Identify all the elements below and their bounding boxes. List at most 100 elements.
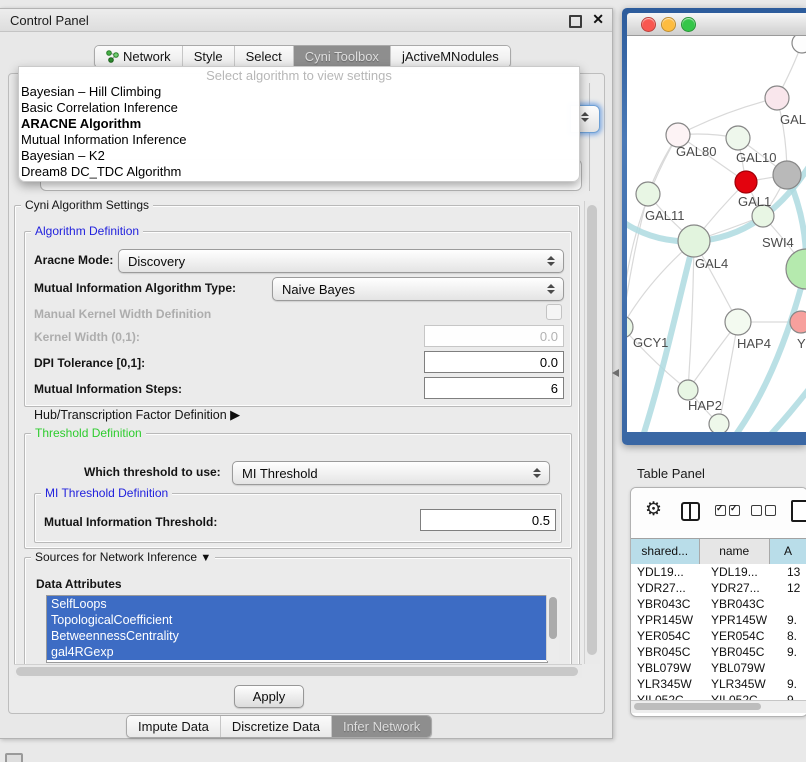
node-salmon[interactable] xyxy=(790,311,806,333)
document-icon[interactable] xyxy=(791,500,806,522)
mi-threshold-field[interactable] xyxy=(420,509,556,531)
table-row[interactable]: YBL079WYBL079W xyxy=(631,660,806,676)
attribute-selfloops[interactable]: SelfLoops xyxy=(47,596,547,612)
node-hap2[interactable] xyxy=(678,380,698,400)
gear-icon[interactable]: ⚙ xyxy=(645,499,662,521)
apply-button[interactable]: Apply xyxy=(234,685,304,708)
deselect-all-icon[interactable] xyxy=(751,505,776,516)
table-cell: 9. xyxy=(781,613,806,627)
column-header-a[interactable]: A xyxy=(770,539,806,564)
background-groupbox-edge xyxy=(589,83,590,191)
network-canvas-container: GALGAL80GAL10GAL1GAL11SWI4GAL4GCY1HAP4YH… xyxy=(627,36,806,432)
node-big-green[interactable] xyxy=(786,249,806,289)
panel-splitter-arrow[interactable] xyxy=(612,369,619,377)
network-window-titlebar[interactable] xyxy=(627,13,806,36)
table-cell: YLR345W xyxy=(631,677,705,691)
tab-select[interactable]: Select xyxy=(235,46,294,67)
float-window-icon[interactable] xyxy=(569,15,582,28)
node-top-partial[interactable] xyxy=(792,36,806,53)
table-cell: YPR145W xyxy=(705,613,781,627)
dropdown-item-basic-correlation-inference[interactable]: Basic Correlation Inference xyxy=(19,100,579,116)
manual-kernel-width-label: Manual Kernel Width Definition xyxy=(34,307,211,321)
control-panel-titlebar[interactable]: Control Panel ✕ xyxy=(0,9,612,32)
attribute-betweennesscentrality[interactable]: BetweennessCentrality xyxy=(47,628,547,644)
data-attributes-list[interactable]: SelfLoopsTopologicalCoefficientBetweenne… xyxy=(46,595,548,663)
table-horizontal-scrollbar[interactable] xyxy=(631,700,806,713)
node-gray[interactable] xyxy=(773,161,801,189)
tab-style[interactable]: Style xyxy=(183,46,235,67)
close-icon[interactable]: ✕ xyxy=(592,11,604,28)
zoom-button[interactable] xyxy=(681,17,696,32)
tab-network[interactable]: Network xyxy=(95,46,183,67)
dropdown-item-bayesian-k2[interactable]: Bayesian – K2 xyxy=(19,148,579,164)
data-attributes-label: Data Attributes xyxy=(36,577,122,591)
column-header-shared[interactable]: shared... xyxy=(631,539,700,564)
aracne-mode-label: Aracne Mode: xyxy=(34,253,113,267)
tab-label: Network xyxy=(123,49,171,64)
algorithm-definition-title: Algorithm Definition xyxy=(31,224,143,238)
tab-label: jActiveMNodules xyxy=(402,49,499,64)
network-view-window[interactable]: GALGAL80GAL10GAL1GAL11SWI4GAL4GCY1HAP4YH… xyxy=(622,8,806,445)
select-all-icon[interactable] xyxy=(715,505,740,516)
network-icon xyxy=(106,50,119,63)
dropdown-item-aracne-algorithm[interactable]: ARACNE Algorithm xyxy=(19,116,579,132)
minimize-button[interactable] xyxy=(661,17,676,32)
tab-label: Impute Data xyxy=(138,719,209,734)
table-cell: YER054C xyxy=(705,629,781,643)
table-row[interactable]: YBR043CYBR043C xyxy=(631,596,806,612)
which-threshold-select[interactable]: MI Threshold xyxy=(232,461,550,485)
node-gal10[interactable] xyxy=(726,126,750,150)
aracne-mode-select[interactable]: Discovery xyxy=(118,249,564,273)
node-gal4[interactable] xyxy=(678,225,710,257)
table-cell: YDL19... xyxy=(631,565,705,579)
table-row[interactable]: YDL19...YDL19...13 xyxy=(631,564,806,580)
column-header-name[interactable]: name xyxy=(700,539,770,564)
manual-kernel-width-checkbox[interactable] xyxy=(546,304,562,320)
table-cell: YDR27... xyxy=(705,581,781,595)
expanded-arrow-icon[interactable]: ▼ xyxy=(200,552,211,564)
tab-infer-network[interactable]: Infer Network xyxy=(332,716,431,737)
dpi-tolerance-field[interactable] xyxy=(424,351,564,373)
hub-tf-section-toggle[interactable]: Hub/Transcription Factor Definition ▶ xyxy=(34,407,240,423)
settings-vertical-scrollbar[interactable] xyxy=(584,201,600,664)
tab-jactivemnodules[interactable]: jActiveMNodules xyxy=(391,46,510,67)
dropdown-item-dream8-dc-tdc-algorithm[interactable]: Dream8 DC_TDC Algorithm xyxy=(19,164,579,180)
node-bottom-partial[interactable] xyxy=(709,414,729,432)
table-row[interactable]: YLR345WYLR345W9. xyxy=(631,676,806,692)
node-label-hap4: HAP4 xyxy=(737,336,771,351)
group-title: Cyni Algorithm Settings xyxy=(21,199,153,212)
attribute-gal4rgexp[interactable]: gal4RGexp xyxy=(47,644,547,660)
table-row[interactable]: YPR145WYPR145W9. xyxy=(631,612,806,628)
table-cell: YBR045C xyxy=(705,645,781,659)
table-header: shared...nameA xyxy=(631,538,806,565)
tab-label: Infer Network xyxy=(343,719,420,734)
node-label-gal4: GAL4 xyxy=(695,256,728,271)
mi-steps-field[interactable] xyxy=(424,377,564,399)
mi-algorithm-type-label: Mutual Information Algorithm Type: xyxy=(34,281,236,295)
attributes-list-scrollbar[interactable] xyxy=(546,595,559,661)
mi-algorithm-type-value: Naive Bayes xyxy=(273,282,543,297)
tab-bar: Network StyleSelectCyni Toolbox jActiveMNo… xyxy=(94,45,511,68)
tab-discretize-data[interactable]: Discretize Data xyxy=(221,716,332,737)
control-panel-window: Control Panel ✕ Network StyleSelectCyni T… xyxy=(0,8,613,739)
table-row[interactable]: YBR045CYBR045C9. xyxy=(631,644,806,660)
node-gal-pink[interactable] xyxy=(765,86,789,110)
network-canvas[interactable]: GALGAL80GAL10GAL1GAL11SWI4GAL4GCY1HAP4YH… xyxy=(627,36,806,432)
table-row[interactable]: YDR27...YDR27...12 xyxy=(631,580,806,596)
mi-algorithm-type-select[interactable]: Naive Bayes xyxy=(272,277,564,301)
column-layout-icon[interactable] xyxy=(681,502,700,521)
attribute-topologicalcoefficient[interactable]: TopologicalCoefficient xyxy=(47,612,547,628)
dropdown-item-bayesian-hill-climbing[interactable]: Bayesian – Hill Climbing xyxy=(19,84,579,100)
node-hap4[interactable] xyxy=(725,309,751,335)
tab-impute-data[interactable]: Impute Data xyxy=(127,716,221,737)
kernel-width-field[interactable] xyxy=(424,325,564,347)
mi-threshold-definition-title: MI Threshold Definition xyxy=(41,486,172,500)
settings-horizontal-scrollbar[interactable] xyxy=(14,664,582,678)
node-gal11[interactable] xyxy=(636,182,660,206)
float-panel-icon[interactable] xyxy=(5,753,23,762)
table-row[interactable]: YER054CYER054C8. xyxy=(631,628,806,644)
node-red[interactable] xyxy=(735,171,757,193)
dropdown-item-mutual-information-inference[interactable]: Mutual Information Inference xyxy=(19,132,579,148)
tab-cyni-toolbox[interactable]: Cyni Toolbox xyxy=(294,46,391,67)
close-button[interactable] xyxy=(641,17,656,32)
